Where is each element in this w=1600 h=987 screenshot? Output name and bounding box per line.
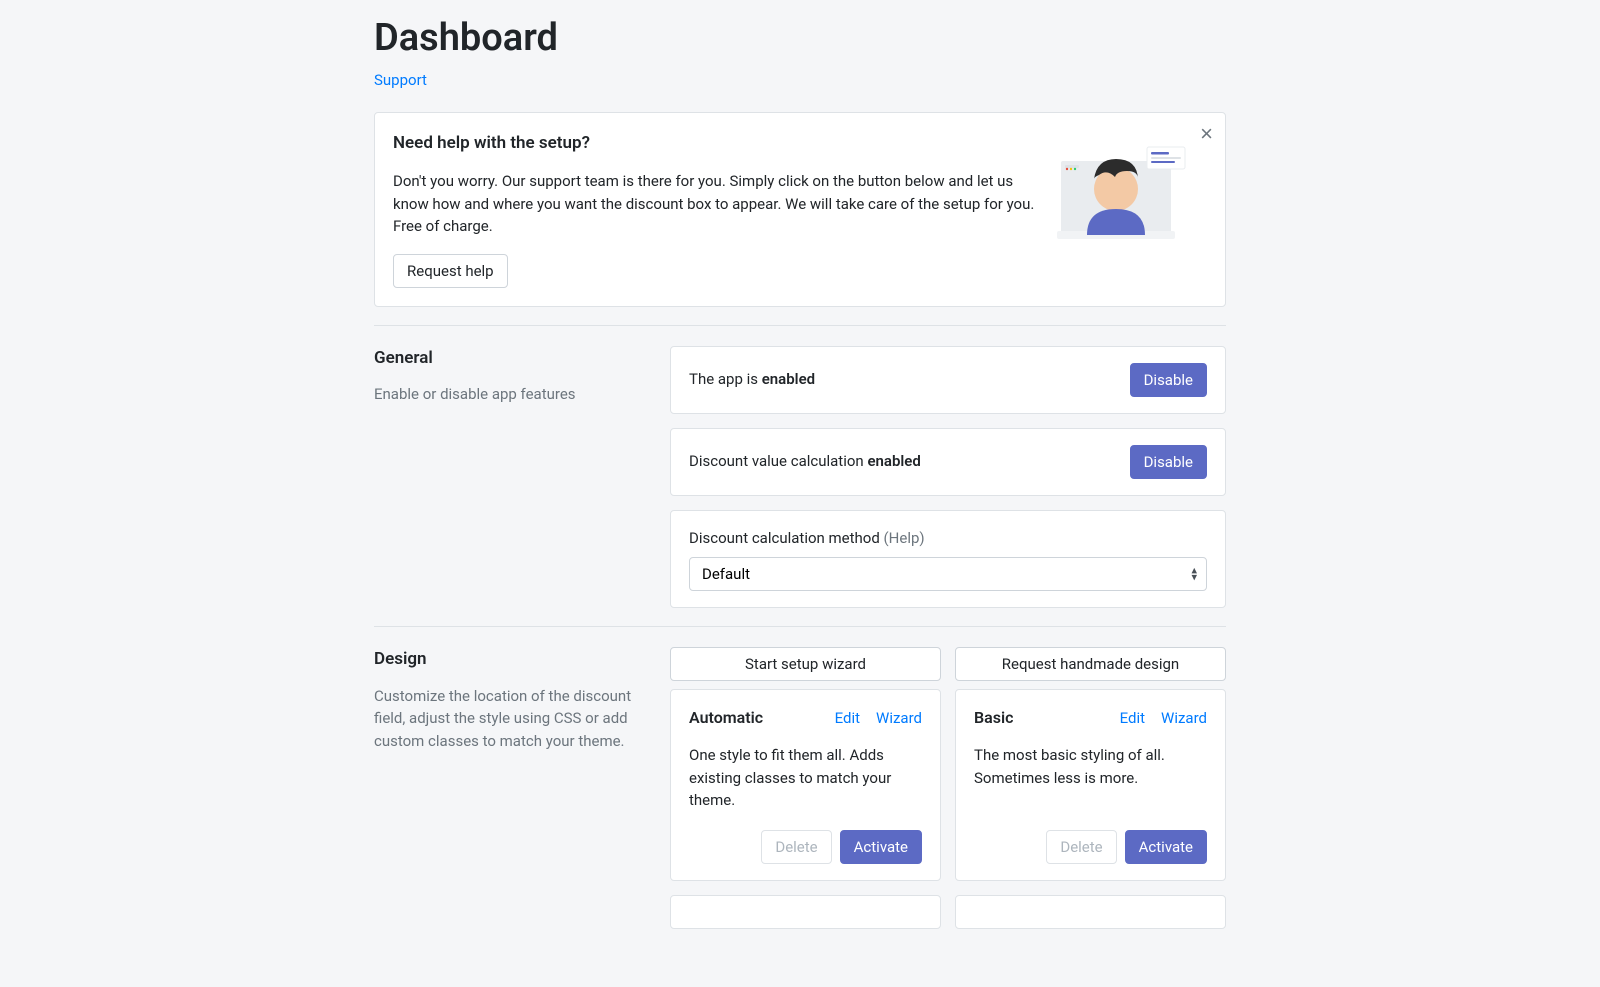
- section-general: General Enable or disable app features T…: [374, 346, 1226, 609]
- wizard-link[interactable]: Wizard: [876, 709, 922, 727]
- request-design-button[interactable]: Request handmade design: [955, 647, 1226, 681]
- design-card-title: Automatic: [689, 706, 763, 730]
- request-help-button[interactable]: Request help: [393, 254, 508, 288]
- help-banner-body: Don't you worry. Our support team is the…: [393, 170, 1037, 238]
- general-heading: General: [374, 346, 646, 372]
- page-title: Dashboard: [374, 10, 1226, 67]
- app-status-row: The app is enabled Disable: [670, 346, 1226, 414]
- general-subtext: Enable or disable app features: [374, 383, 646, 406]
- close-icon[interactable]: ×: [1200, 123, 1213, 145]
- calc-method-row: Discount calculation method (Help) Defau…: [670, 510, 1226, 609]
- calc-status-row: Discount value calculation enabled Disab…: [670, 428, 1226, 496]
- design-card-desc: One style to fit them all. Adds existing…: [689, 744, 922, 812]
- design-card-basic: Basic Edit Wizard The most basic styling …: [955, 689, 1226, 881]
- method-help-link[interactable]: (Help): [884, 529, 925, 547]
- start-wizard-button[interactable]: Start setup wizard: [670, 647, 941, 681]
- design-card-desc: The most basic styling of all. Sometimes…: [974, 744, 1207, 812]
- edit-link[interactable]: Edit: [835, 709, 860, 727]
- activate-button[interactable]: Activate: [840, 830, 922, 864]
- design-card-title: Basic: [974, 706, 1013, 730]
- activate-button[interactable]: Activate: [1125, 830, 1207, 864]
- design-heading: Design: [374, 647, 646, 673]
- wizard-link[interactable]: Wizard: [1161, 709, 1207, 727]
- divider: [374, 325, 1226, 326]
- method-label: Discount calculation method: [689, 529, 884, 547]
- delete-button: Delete: [1046, 830, 1116, 864]
- help-banner-title: Need help with the setup?: [393, 131, 1037, 157]
- section-design: Design Customize the location of the dis…: [374, 647, 1226, 929]
- support-illustration: [1057, 131, 1187, 248]
- support-link[interactable]: Support: [374, 69, 427, 92]
- divider: [374, 626, 1226, 627]
- help-banner: Need help with the setup? Don't you worr…: [374, 112, 1226, 307]
- app-disable-button[interactable]: Disable: [1130, 363, 1207, 397]
- design-subtext: Customize the location of the discount f…: [374, 685, 646, 753]
- method-select[interactable]: Default: [689, 557, 1207, 591]
- calc-value: enabled: [867, 452, 920, 470]
- calc-prefix: Discount value calculation: [689, 452, 867, 470]
- calc-disable-button[interactable]: Disable: [1130, 445, 1207, 479]
- edit-link[interactable]: Edit: [1120, 709, 1145, 727]
- design-card-automatic: Automatic Edit Wizard One style to fit th…: [670, 689, 941, 881]
- app-status-prefix: The app is: [689, 370, 762, 388]
- delete-button: Delete: [761, 830, 831, 864]
- app-status-value: enabled: [762, 370, 815, 388]
